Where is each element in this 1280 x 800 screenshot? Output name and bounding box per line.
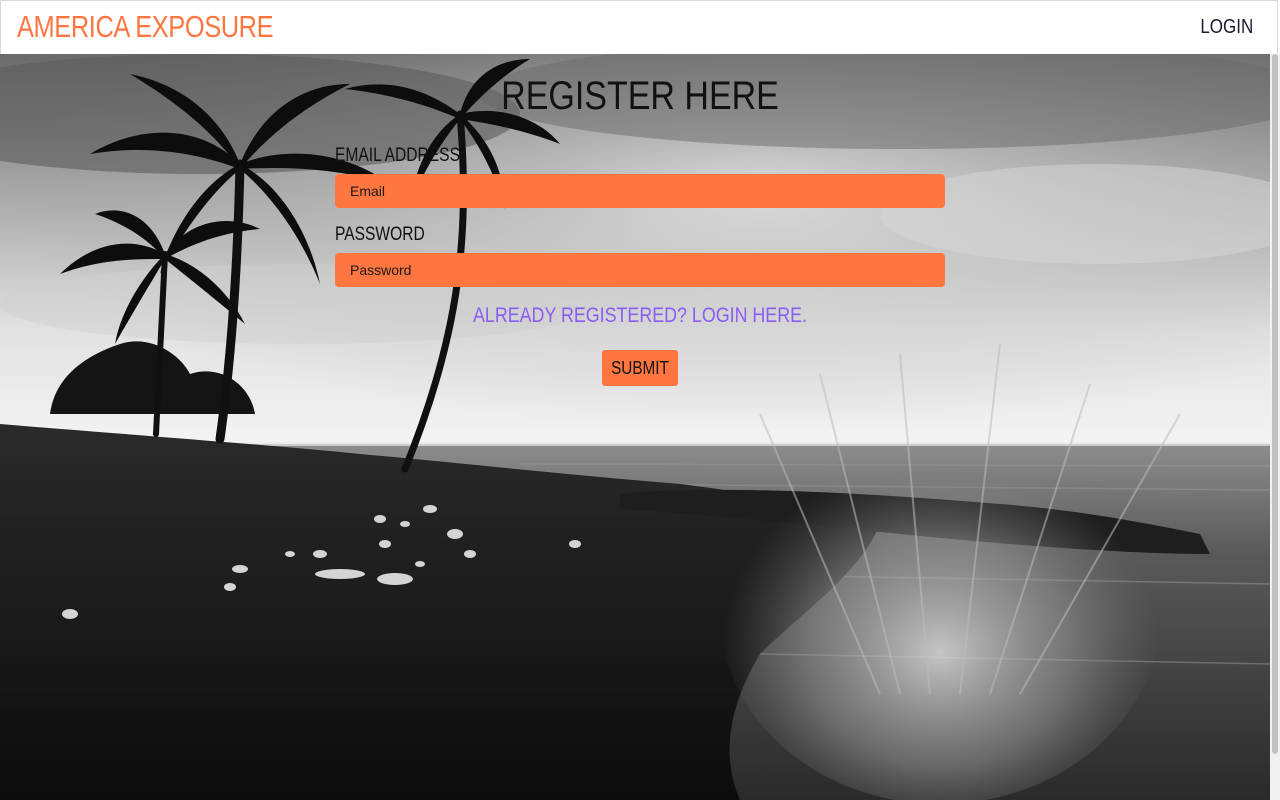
scrollbar-thumb[interactable] [1272,54,1278,754]
submit-button[interactable]: SUBMIT [602,350,678,386]
top-navbar: AMERICA EXPOSURE LOGIN [0,0,1278,54]
brand-logo[interactable]: AMERICA EXPOSURE [17,9,274,45]
password-field[interactable] [335,253,945,287]
submit-button-label: SUBMIT [611,357,669,378]
beach-palm-photo [0,54,1270,800]
page-scrollbar[interactable] [1270,54,1280,800]
already-registered-login-link[interactable]: ALREADY REGISTERED? LOGIN HERE. [381,304,900,328]
hero-background: REGISTER HERE EMAIL ADDRESS PASSWORD ALR… [0,54,1270,800]
email-field[interactable] [335,174,945,208]
nav-login-link[interactable]: LOGIN [1200,15,1253,39]
page-title: REGISTER HERE [501,74,779,118]
password-label: PASSWORD [335,224,425,245]
email-label: EMAIL ADDRESS [335,145,460,166]
